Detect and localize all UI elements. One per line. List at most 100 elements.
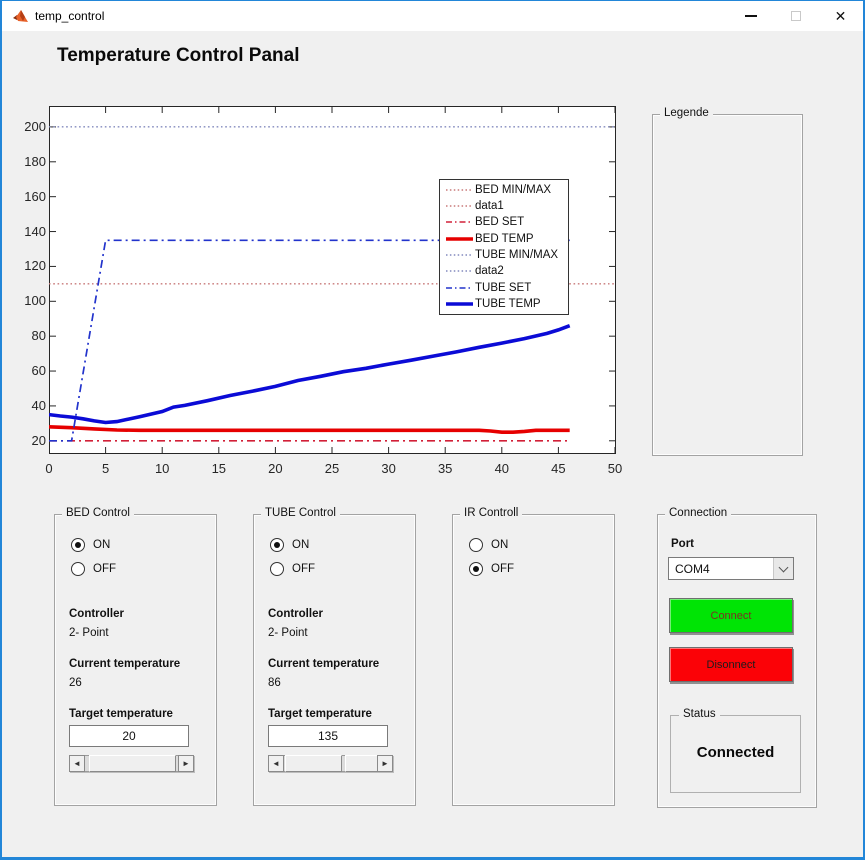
- minimize-button[interactable]: [728, 1, 773, 31]
- tube-target-temp-input[interactable]: [268, 725, 388, 747]
- bed-current-temp-label: Current temperature: [69, 658, 180, 670]
- ir-off-radio[interactable]: OFF: [469, 562, 514, 576]
- radio-icon: [270, 538, 284, 552]
- connect-button-label: Connect: [711, 610, 752, 622]
- bed-on-label: ON: [93, 539, 110, 551]
- close-button[interactable]: ✕: [818, 1, 863, 31]
- legende-panel: Legende: [652, 114, 803, 456]
- window-title: temp_control: [35, 9, 104, 23]
- legend-label: TUBE MIN/MAX: [475, 249, 558, 261]
- legend-label: TUBE TEMP: [475, 298, 541, 310]
- legend-label: BED TEMP: [475, 233, 534, 245]
- bed-target-slider[interactable]: ◄ ►: [69, 755, 194, 772]
- x-tick-label: 25: [312, 461, 352, 476]
- status-value: Connected: [671, 744, 800, 761]
- tube-controller-label: Controller: [268, 608, 323, 620]
- matlab-icon: [12, 8, 29, 24]
- y-tick-label: 120: [4, 258, 46, 273]
- titlebar: temp_control ✕: [2, 1, 863, 31]
- legend-label: data2: [475, 265, 504, 277]
- legend-entry: TUBE TEMP: [444, 297, 568, 312]
- legend-label: BED MIN/MAX: [475, 184, 551, 196]
- port-label: Port: [671, 538, 694, 550]
- slider-right-arrow-icon[interactable]: ►: [178, 755, 194, 772]
- page-title: Temperature Control Panal: [57, 45, 299, 67]
- y-tick-label: 200: [4, 119, 46, 134]
- radio-icon: [71, 538, 85, 552]
- bed-target-temp-input[interactable]: [69, 725, 189, 747]
- x-tick-label: 5: [86, 461, 126, 476]
- radio-icon: [469, 538, 483, 552]
- bed-controller-label: Controller: [69, 608, 124, 620]
- bed-off-label: OFF: [93, 563, 116, 575]
- tube-target-temp-label: Target temperature: [268, 708, 372, 720]
- y-tick-label: 100: [4, 293, 46, 308]
- y-tick-label: 40: [4, 398, 46, 413]
- x-tick-label: 50: [595, 461, 635, 476]
- y-tick-label: 140: [4, 224, 46, 239]
- minimize-icon: [745, 15, 757, 17]
- maximize-button[interactable]: [773, 1, 818, 31]
- legend-entry: BED TEMP: [444, 231, 568, 246]
- legend-entry: TUBE SET: [444, 280, 568, 295]
- slider-thumb[interactable]: [345, 755, 378, 772]
- legende-panel-title: Legende: [660, 107, 713, 119]
- legend-line-sample: [444, 200, 475, 212]
- app-window: temp_control ✕ Temperature Control Panal…: [0, 0, 865, 860]
- legend-line-sample: [444, 249, 475, 261]
- port-dropdown[interactable]: COM4: [668, 557, 794, 580]
- legend-label: BED SET: [475, 216, 524, 228]
- close-icon: ✕: [835, 9, 847, 23]
- legend-entry: BED MIN/MAX: [444, 182, 568, 197]
- tube-control-panel: TUBE Control ON OFF Controller 2- Point …: [253, 514, 416, 806]
- legend-label: data1: [475, 200, 504, 212]
- legend-line-sample: [444, 184, 475, 196]
- port-selected-value: COM4: [675, 562, 710, 576]
- x-tick-label: 30: [369, 461, 409, 476]
- tube-panel-title: TUBE Control: [261, 507, 340, 519]
- tube-on-label: ON: [292, 539, 309, 551]
- tube-current-temp-label: Current temperature: [268, 658, 379, 670]
- dropdown-button[interactable]: [773, 558, 793, 579]
- x-tick-label: 20: [255, 461, 295, 476]
- slider-left-arrow-icon[interactable]: ◄: [69, 755, 85, 772]
- plot-legend: BED MIN/MAX data1 BED SET BED TEMP TUBE MIN/…: [439, 179, 569, 315]
- ir-control-panel: IR Controll ON OFF: [452, 514, 615, 806]
- slider-left-arrow-icon[interactable]: ◄: [268, 755, 284, 772]
- y-tick-label: 180: [4, 154, 46, 169]
- x-tick-label: 0: [29, 461, 69, 476]
- bed-control-panel: BED Control ON OFF Controller 2- Point C…: [54, 514, 217, 806]
- legend-entry: data1: [444, 199, 568, 214]
- bed-target-temp-label: Target temperature: [69, 708, 173, 720]
- ir-panel-title: IR Controll: [460, 507, 522, 519]
- legend-entry: data2: [444, 264, 568, 279]
- slider-track-segment[interactable]: [285, 755, 342, 772]
- legend-entry: TUBE MIN/MAX: [444, 248, 568, 263]
- tube-off-radio[interactable]: OFF: [270, 562, 315, 576]
- legend-line-sample: [444, 298, 475, 310]
- legend-line-sample: [444, 216, 475, 228]
- bed-off-radio[interactable]: OFF: [71, 562, 116, 576]
- y-tick-label: 80: [4, 328, 46, 343]
- bed-controller-value: 2- Point: [69, 627, 109, 639]
- chevron-down-icon: [779, 562, 789, 572]
- y-tick-label: 20: [4, 433, 46, 448]
- tube-target-slider[interactable]: ◄ ►: [268, 755, 393, 772]
- ir-on-radio[interactable]: ON: [469, 538, 508, 552]
- x-tick-label: 35: [425, 461, 465, 476]
- disconnect-button[interactable]: Disonnect: [669, 647, 793, 682]
- legend-line-sample: [444, 282, 475, 294]
- bed-panel-title: BED Control: [62, 507, 134, 519]
- x-tick-label: 15: [199, 461, 239, 476]
- connect-button[interactable]: Connect: [669, 598, 793, 633]
- tube-on-radio[interactable]: ON: [270, 538, 309, 552]
- radio-icon: [71, 562, 85, 576]
- legend-line-sample: [444, 265, 475, 277]
- ir-on-label: ON: [491, 539, 508, 551]
- bed-on-radio[interactable]: ON: [71, 538, 110, 552]
- status-panel-title: Status: [679, 708, 720, 720]
- slider-thumb[interactable]: [89, 755, 176, 772]
- x-tick-label: 40: [482, 461, 522, 476]
- status-panel: Status Connected: [670, 715, 801, 793]
- slider-right-arrow-icon[interactable]: ►: [377, 755, 393, 772]
